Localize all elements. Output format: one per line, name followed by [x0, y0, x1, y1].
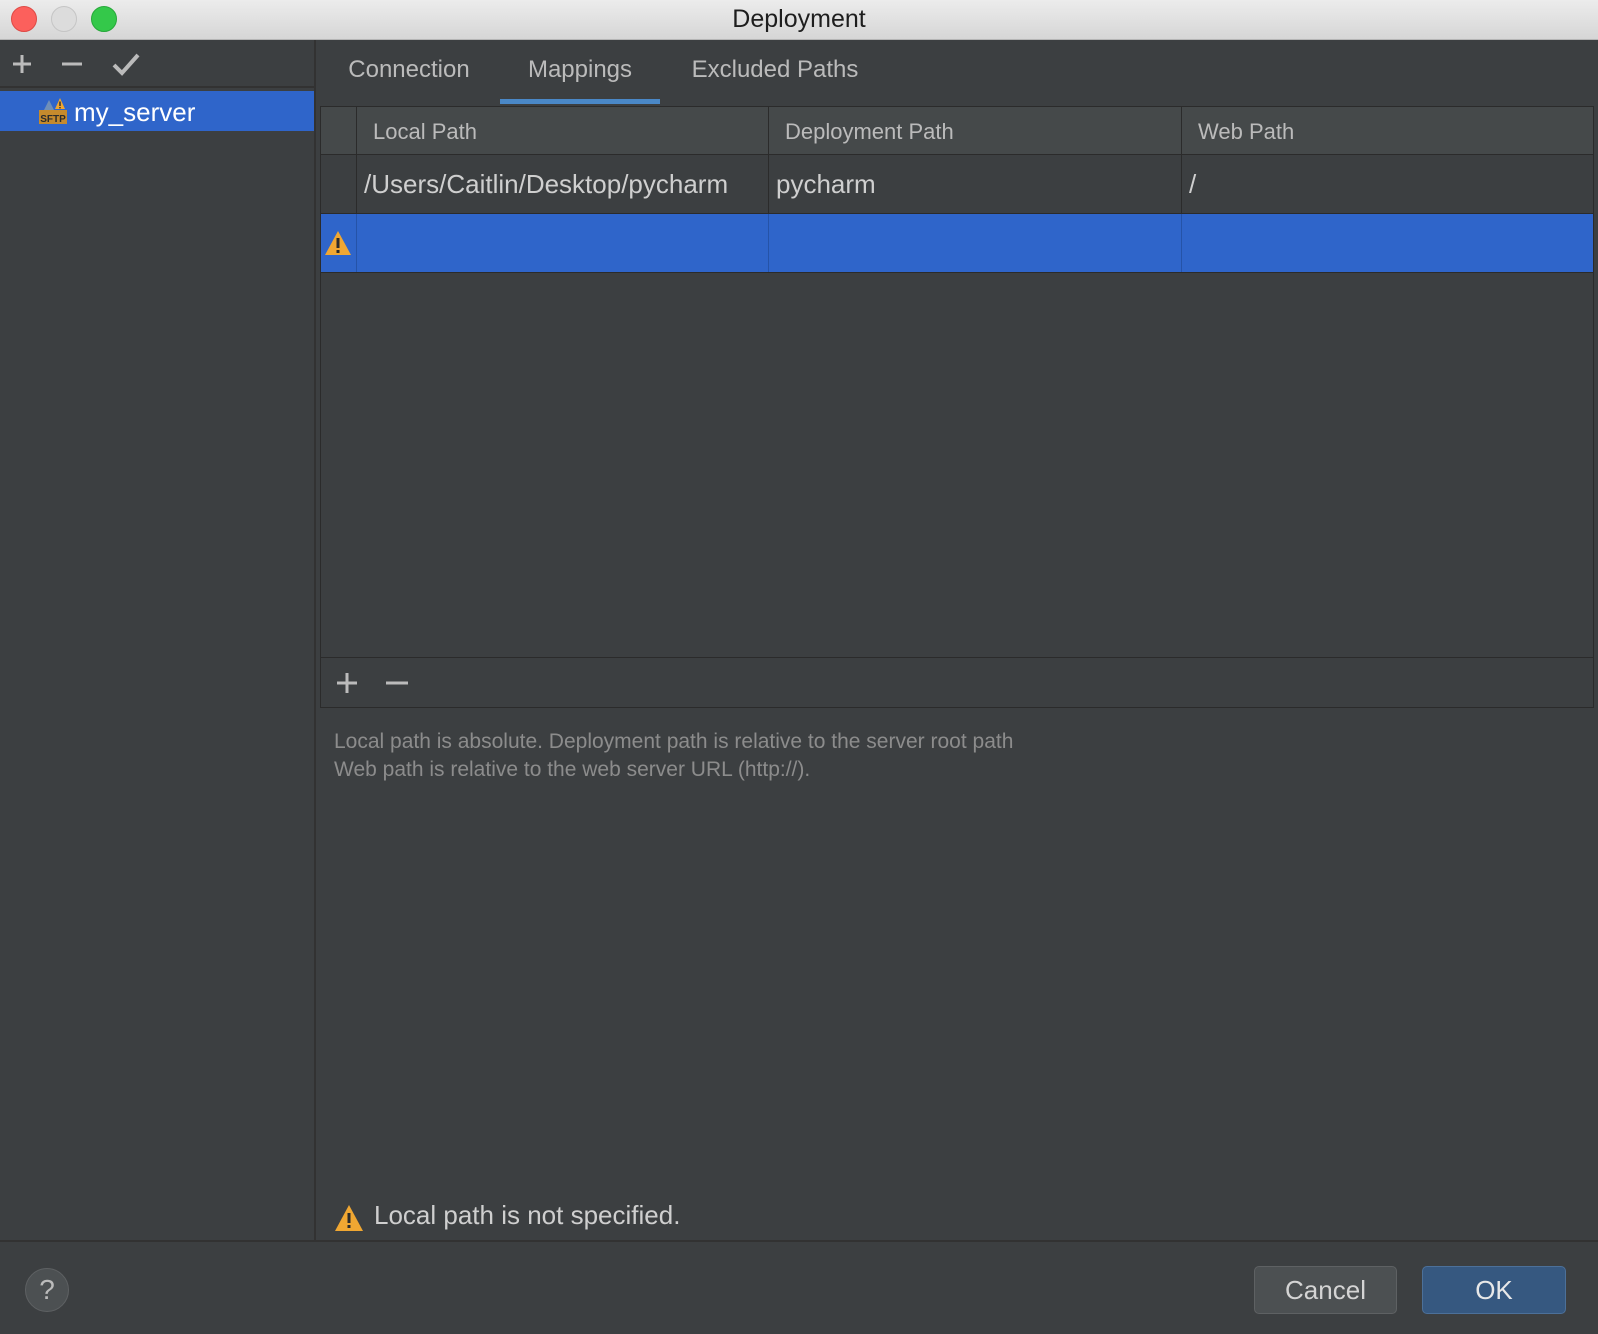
local-path-cell[interactable]: /Users/Caitlin/Desktop/pycharm	[356, 155, 768, 213]
plus-icon	[337, 673, 357, 693]
warning-icon	[325, 231, 351, 255]
title-bar[interactable]: Deployment	[0, 0, 1598, 40]
deployment-path-cell[interactable]: pycharm	[768, 155, 1181, 213]
tab-connection[interactable]: Connection	[318, 40, 500, 104]
minus-icon	[62, 62, 82, 66]
column-header-web-path[interactable]: Web Path	[1181, 107, 1593, 155]
add-mapping-button[interactable]	[331, 667, 363, 699]
deployment-dialog: Deployment SFTP my_server Connection Map…	[0, 0, 1598, 1334]
sftp-warning-icon: SFTP	[39, 98, 67, 125]
validation-message-text: Local path is not specified.	[374, 1200, 681, 1230]
active-tab-indicator	[500, 99, 660, 104]
server-list-panel: SFTP my_server	[0, 40, 316, 1240]
web-path-cell[interactable]: /	[1181, 155, 1593, 213]
window-title: Deployment	[732, 5, 866, 33]
ok-button[interactable]: OK	[1422, 1266, 1566, 1314]
table-row-selected[interactable]	[321, 214, 1593, 273]
status-column-header	[321, 107, 356, 155]
checkmark-icon	[112, 53, 140, 76]
use-as-default-button[interactable]	[107, 48, 141, 80]
row-status-cell	[321, 214, 356, 272]
dialog-footer: ? Cancel OK	[0, 1240, 1598, 1334]
add-server-button[interactable]	[5, 48, 39, 80]
svg-text:SFTP: SFTP	[40, 114, 66, 125]
server-list-toolbar	[0, 40, 314, 88]
path-hint-line: Web path is relative to the web server U…	[334, 758, 811, 781]
row-status-cell	[321, 155, 356, 213]
server-item-my-server[interactable]: SFTP my_server	[0, 91, 314, 131]
remove-mapping-button[interactable]	[381, 667, 413, 699]
path-hint-line: Local path is absolute. Deployment path …	[334, 730, 1014, 753]
tab-excluded-paths[interactable]: Excluded Paths	[660, 40, 890, 104]
tab-label: Mappings	[527, 56, 633, 83]
help-button[interactable]: ?	[25, 1268, 69, 1312]
tab-label: Excluded Paths	[691, 56, 859, 83]
server-item-label: my_server	[74, 97, 196, 127]
tab-label: Connection	[348, 56, 470, 83]
mappings-table: Local Path Deployment Path Web Path /Use…	[320, 106, 1594, 658]
web-path-cell[interactable]	[1181, 214, 1593, 272]
mappings-toolbar	[320, 658, 1594, 708]
table-header: Local Path Deployment Path Web Path	[321, 107, 1593, 155]
remove-server-button[interactable]	[55, 48, 89, 80]
deployment-path-cell[interactable]	[768, 214, 1181, 272]
column-header-deployment-path[interactable]: Deployment Path	[768, 107, 1181, 155]
cancel-button[interactable]: Cancel	[1254, 1266, 1397, 1314]
plus-icon	[13, 55, 31, 73]
local-path-cell[interactable]	[356, 214, 768, 272]
column-header-local-path[interactable]: Local Path	[356, 107, 768, 155]
settings-tabs: Connection Mappings Excluded Paths	[318, 40, 1598, 104]
table-row[interactable]: /Users/Caitlin/Desktop/pycharm pycharm /	[321, 155, 1593, 214]
warning-icon	[335, 1205, 363, 1231]
minus-icon	[386, 681, 408, 685]
tab-mappings[interactable]: Mappings	[500, 40, 660, 104]
